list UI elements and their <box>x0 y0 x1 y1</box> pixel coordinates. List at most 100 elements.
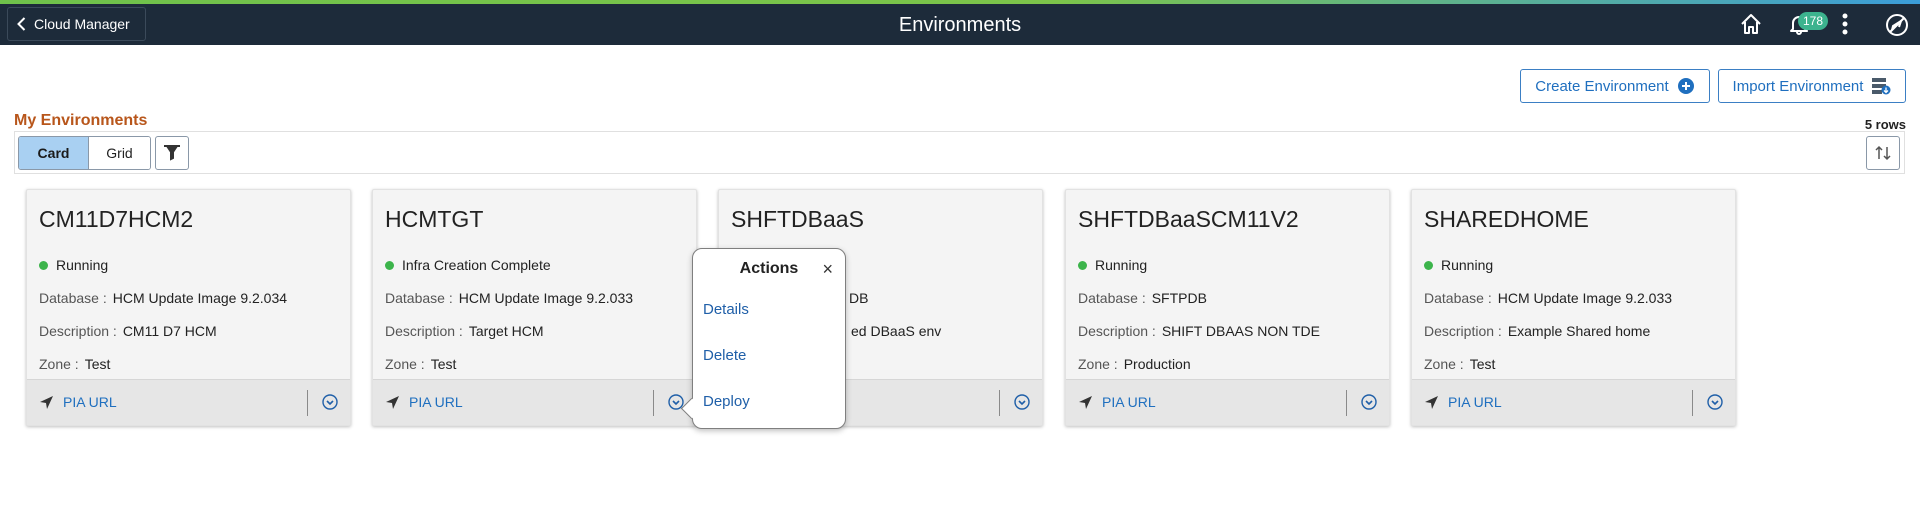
app-header: Cloud Manager Environments 178 <box>0 4 1920 45</box>
card-actions-button[interactable] <box>322 394 338 410</box>
chevron-down-circle-icon <box>1361 394 1377 410</box>
description-label: Description : <box>1424 323 1502 339</box>
description-value: Target HCM <box>468 323 544 339</box>
environment-card[interactable]: CM11D7HCM2 Running Database : HCM Update … <box>26 189 351 426</box>
description-value: SHIFT DBAAS NON TDE <box>1161 323 1320 339</box>
description-label: Description : <box>39 323 117 339</box>
pia-url-link[interactable]: PIA URL <box>1078 394 1156 410</box>
status: Running <box>1424 257 1493 273</box>
database-field: Database : HCM Update Image 9.2.034 <box>39 290 287 306</box>
filter-icon <box>164 145 180 161</box>
description-field: Description : Example Shared home <box>1424 323 1650 339</box>
card-footer: PIA URL <box>1412 379 1735 425</box>
zone-field: Zone : Test <box>39 356 110 372</box>
footer-divider <box>1692 390 1693 416</box>
zone-field: Zone : Test <box>1424 356 1495 372</box>
card-actions-button[interactable] <box>1014 394 1030 410</box>
rows-count: 5 rows <box>1864 117 1906 132</box>
description-value: CM11 D7 HCM <box>122 323 217 339</box>
chevron-down-circle-icon <box>1707 394 1723 410</box>
import-environment-label: Import Environment <box>1732 77 1864 95</box>
pia-url-link[interactable]: PIA URL <box>1424 394 1502 410</box>
database-field: Database : HCM Update Image 9.2.033 <box>385 290 633 306</box>
kebab-menu-icon[interactable] <box>1841 13 1849 40</box>
zone-field: Zone : Production <box>1078 356 1191 372</box>
navigation-arrow-icon <box>40 395 53 409</box>
database-label: Database : <box>1424 290 1492 306</box>
database-value: HCM Update Image 9.2.034 <box>112 290 288 306</box>
description-label: Description : <box>385 323 463 339</box>
zone-label: Zone : <box>1424 356 1464 372</box>
status-dot-icon <box>1424 260 1433 270</box>
environment-name[interactable]: SHAREDHOME <box>1424 206 1589 233</box>
status-dot-icon <box>39 260 48 270</box>
add-circle-icon <box>1677 78 1694 94</box>
description-field: Description : Target HCM <box>385 323 544 339</box>
description-field: Description : CM11 D7 HCM <box>39 323 217 339</box>
notification-badge: 178 <box>1798 12 1828 30</box>
status-dot-icon <box>385 260 394 270</box>
close-icon[interactable]: × <box>822 260 833 278</box>
view-toolbar: Card Grid <box>14 131 1905 174</box>
zone-value: Test <box>430 356 457 372</box>
action-details[interactable]: Details <box>703 301 749 318</box>
description-field: Description : SHIFT DBAAS NON TDE <box>1078 323 1320 339</box>
pia-url-link[interactable]: PIA URL <box>39 394 117 410</box>
zone-value: Test <box>1469 356 1496 372</box>
navigation-arrow-icon <box>386 395 399 409</box>
database-value: DB <box>849 290 869 306</box>
card-footer: PIA URL <box>1066 379 1389 425</box>
pia-url-label: PIA URL <box>1448 394 1502 410</box>
import-server-icon <box>1872 78 1891 95</box>
database-label: Database : <box>385 290 453 306</box>
description-label: Description : <box>1078 323 1156 339</box>
pia-url-link[interactable]: PIA URL <box>385 394 463 410</box>
footer-divider <box>653 390 654 416</box>
card-actions-button[interactable] <box>1707 394 1723 410</box>
zone-label: Zone : <box>385 356 425 372</box>
environment-card[interactable]: HCMTGT Infra Creation Complete Database … <box>372 189 697 426</box>
sort-button[interactable] <box>1866 136 1900 170</box>
database-label: Database : <box>1078 290 1146 306</box>
status-text: Running <box>1095 257 1148 273</box>
zone-value: Test <box>84 356 111 372</box>
environment-name[interactable]: CM11D7HCM2 <box>39 206 193 233</box>
environment-card[interactable]: SHAREDHOME Running Database : HCM Update … <box>1411 189 1736 426</box>
action-deploy[interactable]: Deploy <box>703 393 750 410</box>
database-field: DB <box>849 290 868 306</box>
footer-divider <box>307 390 308 416</box>
home-icon[interactable] <box>1740 13 1762 40</box>
grid-view-button[interactable]: Grid <box>89 137 150 169</box>
status-text: Running <box>1441 257 1494 273</box>
pia-url-label: PIA URL <box>1102 394 1156 410</box>
database-label: Database : <box>39 290 107 306</box>
database-field: Database : HCM Update Image 9.2.033 <box>1424 290 1672 306</box>
database-field: Database : SFTPDB <box>1078 290 1207 306</box>
footer-divider <box>1346 390 1347 416</box>
environment-name[interactable]: SHFTDBaaSCM11V2 <box>1078 206 1299 233</box>
zone-value: Production <box>1123 356 1191 372</box>
footer-divider <box>999 390 1000 416</box>
environment-card[interactable]: SHFTDBaaSCM11V2 Running Database : SFTPDB… <box>1065 189 1390 426</box>
database-value: SFTPDB <box>1151 290 1207 306</box>
status-text: Infra Creation Complete <box>402 257 551 273</box>
card-actions-button[interactable] <box>1361 394 1377 410</box>
create-environment-label: Create Environment <box>1535 77 1669 95</box>
filter-button[interactable] <box>155 136 189 170</box>
actions-popover: Actions × Details Delete Deploy <box>680 248 846 429</box>
navbar-icon[interactable] <box>1885 13 1909 42</box>
sort-icon <box>1875 145 1891 161</box>
import-environment-button[interactable]: Import Environment <box>1718 69 1906 103</box>
create-environment-button[interactable]: Create Environment <box>1520 69 1710 103</box>
database-value: HCM Update Image 9.2.033 <box>1497 290 1673 306</box>
environment-name[interactable]: HCMTGT <box>385 206 483 233</box>
pia-url-label: PIA URL <box>409 394 463 410</box>
status: Running <box>39 257 108 273</box>
action-delete[interactable]: Delete <box>703 347 746 364</box>
status-dot-icon <box>1078 260 1087 270</box>
view-toggle: Card Grid <box>18 136 151 170</box>
environment-name[interactable]: SHFTDBaaS <box>731 206 864 233</box>
card-view-button[interactable]: Card <box>19 137 89 169</box>
zone-field: Zone : Test <box>385 356 456 372</box>
zone-label: Zone : <box>39 356 79 372</box>
